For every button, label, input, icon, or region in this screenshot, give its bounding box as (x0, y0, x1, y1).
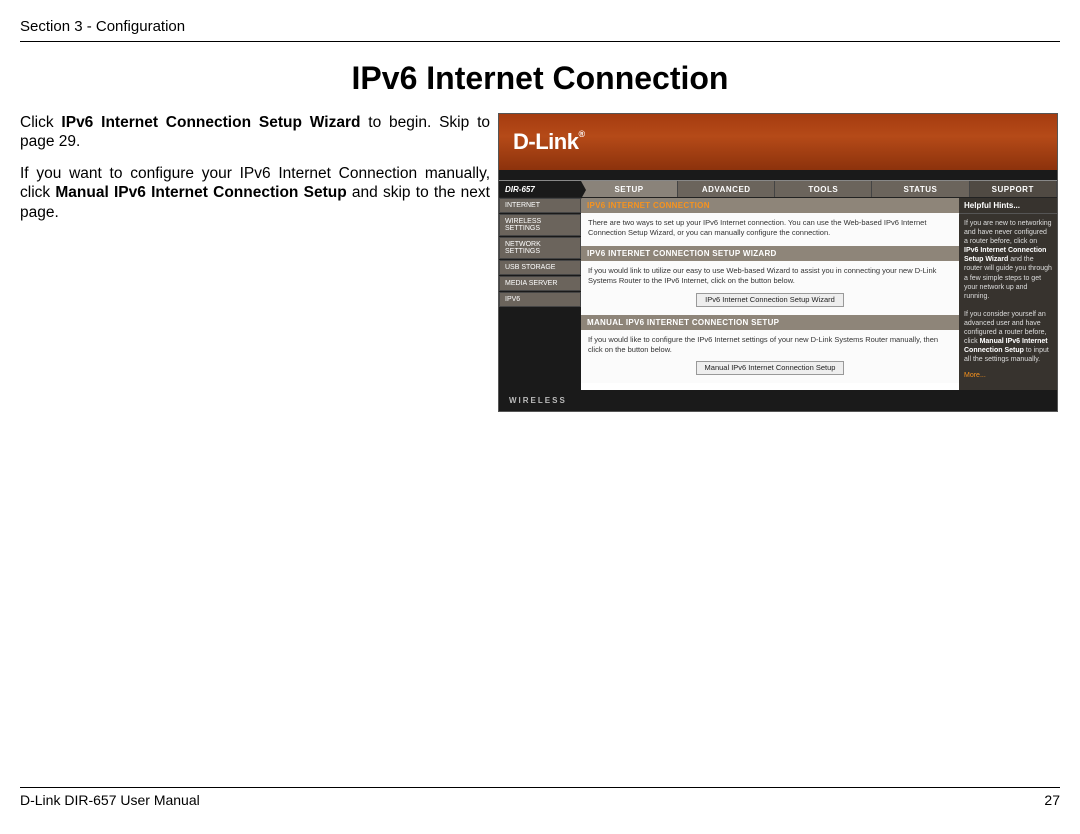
content-row: Click IPv6 Internet Connection Setup Wiz… (20, 113, 1060, 412)
page-title: IPv6 Internet Connection (20, 60, 1060, 97)
p1a: Click (20, 114, 61, 131)
tab-status[interactable]: STATUS (872, 181, 969, 197)
tab-support[interactable]: SUPPORT (970, 181, 1058, 197)
panel1-title: IPV6 INTERNET CONNECTION (581, 198, 959, 213)
footer-manual: D-Link DIR-657 User Manual (20, 792, 200, 808)
hints-more-link[interactable]: More... (964, 371, 1052, 380)
router-main: IPV6 INTERNET CONNECTION There are two w… (581, 198, 959, 390)
router-nav: DIR-657 SETUP ADVANCED TOOLS STATUS SUPP… (499, 180, 1057, 198)
panel1-body: There are two ways to set up your IPv6 I… (581, 213, 959, 246)
hints-b1: IPv6 Internet Connection Setup Wizard (964, 247, 1046, 263)
router-topbar (499, 170, 1057, 180)
router-brand-bar: D-Link® (499, 114, 1057, 170)
router-footer: WIRELESS (499, 390, 1057, 411)
sidebar-ipv6[interactable]: IPV6 (499, 292, 581, 307)
panel3-text: If you would like to configure the IPv6 … (588, 335, 938, 354)
instruction-text: Click IPv6 Internet Connection Setup Wiz… (20, 113, 498, 234)
manual-button[interactable]: Manual IPv6 Internet Connection Setup (696, 361, 845, 375)
hints-t1: If you are new to networking and have ne… (964, 220, 1052, 245)
page-footer: D-Link DIR-657 User Manual 27 (20, 787, 1060, 808)
router-screenshot: D-Link® DIR-657 SETUP ADVANCED TOOLS STA… (498, 113, 1058, 412)
panel3-title: MANUAL IPV6 INTERNET CONNECTION SETUP (581, 315, 959, 330)
tab-setup[interactable]: SETUP (581, 181, 678, 197)
router-model: DIR-657 (499, 181, 581, 197)
panel2-title: IPV6 INTERNET CONNECTION SETUP WIZARD (581, 246, 959, 261)
footer-pageno: 27 (1044, 792, 1060, 808)
p1b: IPv6 Internet Connection Setup Wizard (61, 114, 360, 131)
hints-title: Helpful Hints... (959, 198, 1057, 214)
sidebar-network[interactable]: NETWORK SETTINGS (499, 237, 581, 259)
tab-advanced[interactable]: ADVANCED (678, 181, 775, 197)
dlink-logo: D-Link® (513, 129, 585, 155)
tab-tools[interactable]: TOOLS (775, 181, 872, 197)
sidebar-usb[interactable]: USB STORAGE (499, 260, 581, 275)
wizard-button[interactable]: IPv6 Internet Connection Setup Wizard (696, 293, 844, 307)
router-hints: Helpful Hints... If you are new to netwo… (959, 198, 1057, 390)
panel2-body: If you would link to utilize our easy to… (581, 261, 959, 314)
sidebar-wireless[interactable]: WIRELESS SETTINGS (499, 214, 581, 236)
p2b: Manual IPv6 Internet Connection Setup (55, 184, 346, 201)
panel2-text: If you would link to utilize our easy to… (588, 266, 936, 285)
router-sidebar: INTERNET WIRELESS SETTINGS NETWORK SETTI… (499, 198, 581, 390)
section-header: Section 3 - Configuration (20, 18, 1060, 42)
sidebar-internet[interactable]: INTERNET (499, 198, 581, 213)
sidebar-media[interactable]: MEDIA SERVER (499, 276, 581, 291)
panel3-body: If you would like to configure the IPv6 … (581, 330, 959, 383)
